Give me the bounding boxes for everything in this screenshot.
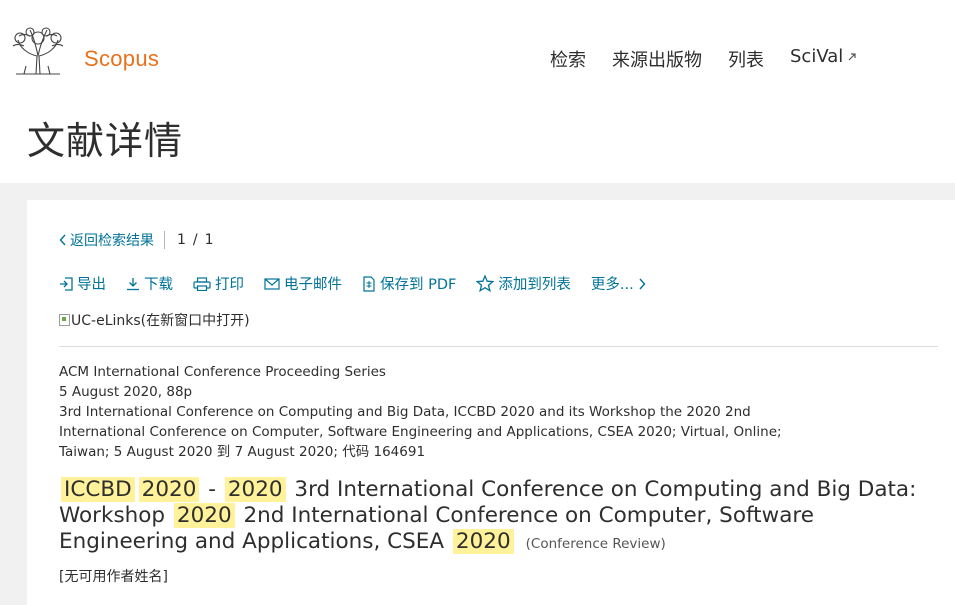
conference-info-line2: International Conference on Computer, So… xyxy=(59,424,782,440)
export-label: 导出 xyxy=(77,277,106,293)
pdf-file-icon xyxy=(363,275,375,292)
conference-info-line3: Taiwan; 5 August 2020 到 7 August 2020; 代… xyxy=(59,444,426,460)
more-actions-button[interactable]: 更多... xyxy=(591,273,646,294)
chevron-right-icon xyxy=(639,278,646,289)
search-highlight: ICCBD xyxy=(61,477,135,502)
scopus-brand[interactable]: Scopus xyxy=(84,46,159,72)
more-label: 更多... xyxy=(590,277,634,293)
divider xyxy=(164,231,165,249)
conference-info-line1: 3rd International Conference on Computin… xyxy=(59,404,751,420)
uc-elinks-alt-text: UC-eLinks(在新窗口中打开) xyxy=(71,313,250,329)
nav-scival-label: SciVal xyxy=(790,46,844,67)
divider xyxy=(59,346,938,347)
pager-separator: / xyxy=(192,232,199,248)
title-text: - xyxy=(208,477,216,502)
download-button[interactable]: 下载 xyxy=(126,273,173,294)
broken-image-icon xyxy=(59,314,70,326)
nav-lists[interactable]: 列表 xyxy=(728,46,764,72)
search-highlight: 2020 xyxy=(452,529,514,554)
result-pager: 1 / 1 xyxy=(177,232,215,248)
document-actions: 导出 下载 打印 电子邮件 保存到 PDF 添加到列表 更多... xyxy=(59,273,646,294)
top-navigation: 检索 来源出版物 列表 SciVal xyxy=(550,46,883,72)
print-button[interactable]: 打印 xyxy=(193,273,244,294)
source-info: ACM International Conference Proceeding … xyxy=(59,362,782,462)
page-title: 文献详情 xyxy=(27,119,184,163)
search-highlight: 2020 xyxy=(224,477,286,502)
printer-icon xyxy=(193,276,211,291)
star-icon xyxy=(476,275,495,292)
download-label: 下载 xyxy=(144,277,173,293)
pager-current: 1 xyxy=(177,232,187,248)
result-navigation: 返回检索结果 1 / 1 xyxy=(59,230,215,250)
chevron-left-icon xyxy=(59,234,66,246)
print-label: 打印 xyxy=(215,277,244,293)
email-button[interactable]: 电子邮件 xyxy=(264,273,342,294)
download-icon xyxy=(127,277,139,290)
save-pdf-button[interactable]: 保存到 PDF xyxy=(362,273,456,294)
nav-search[interactable]: 检索 xyxy=(550,46,586,72)
document-type: (Conference Review) xyxy=(525,536,666,552)
title-text: 2nd International Conference on Computer… xyxy=(59,503,814,554)
document-details-card: 返回检索结果 1/1 导出 下载 打印 电子邮件 保存到 PDF 添加到列表 更… xyxy=(27,200,955,605)
export-button[interactable]: 导出 xyxy=(59,273,106,294)
save-pdf-label: 保存到 PDF xyxy=(380,277,457,293)
nav-sources[interactable]: 来源出版物 xyxy=(612,46,702,72)
external-link-icon xyxy=(847,51,857,66)
email-label: 电子邮件 xyxy=(284,277,342,293)
search-highlight: 2020 xyxy=(138,477,200,502)
elsevier-tree-logo[interactable] xyxy=(10,26,66,76)
export-icon xyxy=(60,276,73,291)
source-series[interactable]: ACM International Conference Proceeding … xyxy=(59,362,782,382)
header: Scopus 检索 来源出版物 列表 SciVal 文献详情 xyxy=(0,0,955,183)
authors: [无可用作者姓名] xyxy=(59,569,168,585)
pager-total: 1 xyxy=(204,232,215,248)
nav-scival[interactable]: SciVal xyxy=(790,46,857,72)
source-date-pages: 5 August 2020, 88p xyxy=(59,384,193,400)
uc-elinks-link[interactable]: UC-eLinks(在新窗口中打开) xyxy=(59,310,250,330)
document-title: ICCBD 2020 - 2020 3rd International Confe… xyxy=(59,477,949,557)
add-to-list-button[interactable]: 添加到列表 xyxy=(476,273,571,294)
back-to-results-label: 返回检索结果 xyxy=(70,233,154,249)
envelope-icon xyxy=(264,277,280,290)
add-to-list-label: 添加到列表 xyxy=(498,277,571,293)
back-to-results-link[interactable]: 返回检索结果 xyxy=(59,230,154,250)
search-highlight: 2020 xyxy=(173,503,235,528)
